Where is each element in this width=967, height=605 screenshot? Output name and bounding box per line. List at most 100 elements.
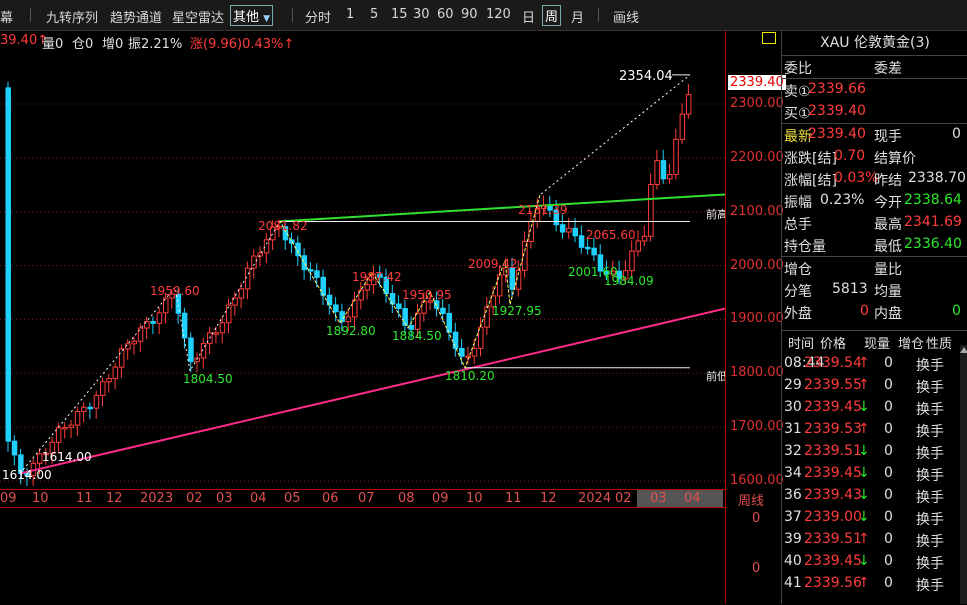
last-price: 2339.40 xyxy=(808,126,866,142)
candle-body xyxy=(578,235,585,248)
tick-col-nature: 性质 xyxy=(926,337,953,352)
candle-body xyxy=(131,340,137,345)
candle-body xyxy=(648,183,654,237)
volume-axis-value: 0 xyxy=(752,561,761,576)
period-15[interactable]: 15 xyxy=(391,7,408,22)
arrow-down-icon: ↓ xyxy=(858,443,870,459)
candle-body xyxy=(188,337,194,363)
candle-body xyxy=(415,312,421,330)
chicang-label: 持仓量 xyxy=(784,239,826,255)
tick-row: 32 2339.51 ↓ 0 换手 xyxy=(782,441,967,463)
tb-jiuzhuan[interactable]: 九转序列 xyxy=(46,7,98,26)
price-tick-label: 2100.00 xyxy=(730,203,784,219)
pivot-label: 1614.00 xyxy=(2,468,52,482)
tb-star-radar[interactable]: 星空雷达 xyxy=(172,7,224,26)
time-tick-label: 03 xyxy=(216,491,233,506)
tb-mu[interactable]: 幕 xyxy=(0,7,13,26)
period-month[interactable]: 月 xyxy=(571,7,584,26)
tick-nature: 换手 xyxy=(916,578,944,594)
candle-body xyxy=(641,235,648,242)
candle-body xyxy=(81,406,87,413)
draw-line-button[interactable]: 画线 xyxy=(613,7,639,26)
scrollbar[interactable] xyxy=(960,345,967,604)
tick-volume: 0 xyxy=(884,531,893,547)
pivot-label: 2065.60 xyxy=(586,228,636,242)
candle-body xyxy=(74,411,81,426)
pivot-label: 1927.95 xyxy=(492,304,542,318)
time-tick-label: 2023 xyxy=(140,491,174,506)
period-120[interactable]: 120 xyxy=(486,7,511,22)
arrow-down-icon: ↓ xyxy=(858,487,870,503)
period-5[interactable]: 5 xyxy=(370,7,378,22)
zhangdie-label: 涨跌[结] xyxy=(784,151,837,167)
tick-volume: 0 xyxy=(884,487,893,503)
tick-time: 41 xyxy=(784,575,802,591)
pivot-label: 1884.50 xyxy=(392,329,442,343)
pivot-label: 1987.42 xyxy=(352,270,402,284)
candle-body xyxy=(289,239,295,244)
jiesuan-label: 结算价 xyxy=(874,151,916,167)
tick-time: 32 xyxy=(784,443,802,459)
price-tick-label: 1900.00 xyxy=(730,311,784,327)
tick-time: 37 xyxy=(784,509,802,525)
other-dropdown[interactable]: 其他 ▼ xyxy=(230,5,274,26)
candle-body xyxy=(654,160,660,185)
tick-volume: 0 xyxy=(884,421,893,437)
tick-time: 31 xyxy=(784,421,802,437)
tick-row: 41 2339.56 ↑ 0 换手 xyxy=(782,573,967,595)
period-60[interactable]: 60 xyxy=(437,7,454,22)
candle-body xyxy=(219,322,226,334)
tick-volume: 0 xyxy=(884,399,893,415)
tick-nature: 换手 xyxy=(916,534,944,550)
liangbi-label: 量比 xyxy=(874,262,902,278)
settings-icon[interactable] xyxy=(762,32,776,44)
junliang-label: 均量 xyxy=(874,284,902,300)
time-tick-label: 06 xyxy=(322,491,339,506)
period-week[interactable]: 周 xyxy=(542,5,562,26)
arrow-up-icon: ↑ xyxy=(858,575,870,591)
period-1[interactable]: 1 xyxy=(346,7,354,22)
time-tick-label: 05 xyxy=(284,491,301,506)
tb-trend-channel[interactable]: 趋势通道 xyxy=(110,7,162,26)
tick-volume: 0 xyxy=(884,465,893,481)
price-tick-label: 2300.00 xyxy=(730,96,784,111)
candle-body xyxy=(251,255,257,269)
kline-chart[interactable]: 1614.00 1614.00 1959.60 1804.50 2081.82 1892.… xyxy=(0,31,725,489)
tick-nature: 换手 xyxy=(916,468,944,484)
candle-body xyxy=(566,227,572,233)
price-axis: 2300.00 2200.00 2100.00 2000.00 1900.00 1800.… xyxy=(725,31,786,489)
candle-body xyxy=(55,427,62,443)
scroll-up-icon[interactable] xyxy=(960,347,967,353)
price-tick-label: 1800.00 xyxy=(730,365,784,381)
candle-body xyxy=(465,355,471,359)
period-30[interactable]: 30 xyxy=(413,7,430,22)
time-tick-label: 02 xyxy=(186,491,203,506)
candle-body xyxy=(181,312,188,339)
tick-price: 2339.45 xyxy=(804,553,862,569)
period-fenshi[interactable]: 分时 xyxy=(305,7,331,26)
period-90[interactable]: 90 xyxy=(461,7,478,22)
tick-row: 30 2339.45 ↓ 0 换手 xyxy=(782,397,967,419)
candle-body xyxy=(685,94,692,115)
candle-body xyxy=(559,224,566,233)
tick-price: 2339.45 xyxy=(804,399,862,415)
volume-axis: 周线 0 0 xyxy=(725,489,781,604)
weicha-label: 委差 xyxy=(874,61,902,77)
divider xyxy=(30,8,31,22)
arrow-down-icon: ↓ xyxy=(858,465,870,481)
tick-price: 2339.51 xyxy=(804,531,862,547)
tick-time: 34 xyxy=(784,465,802,481)
neipan-value: 0 xyxy=(952,303,961,319)
pivot-label: 1959.60 xyxy=(150,284,200,298)
period-day[interactable]: 日 xyxy=(522,7,535,26)
point-labels: 1614.00 1614.00 1959.60 1804.50 2081.82 1892.… xyxy=(2,69,725,482)
tick-price: 2339.45 xyxy=(804,465,862,481)
tick-nature: 换手 xyxy=(916,424,944,440)
period-label: 周线 xyxy=(738,494,765,509)
candle-body xyxy=(345,316,352,323)
tick-nature: 换手 xyxy=(916,402,944,418)
resistance-trendline xyxy=(279,193,725,223)
time-tick-label: 10 xyxy=(466,491,483,506)
volume-panel xyxy=(0,507,725,605)
tick-price: 2339.43 xyxy=(804,487,862,503)
